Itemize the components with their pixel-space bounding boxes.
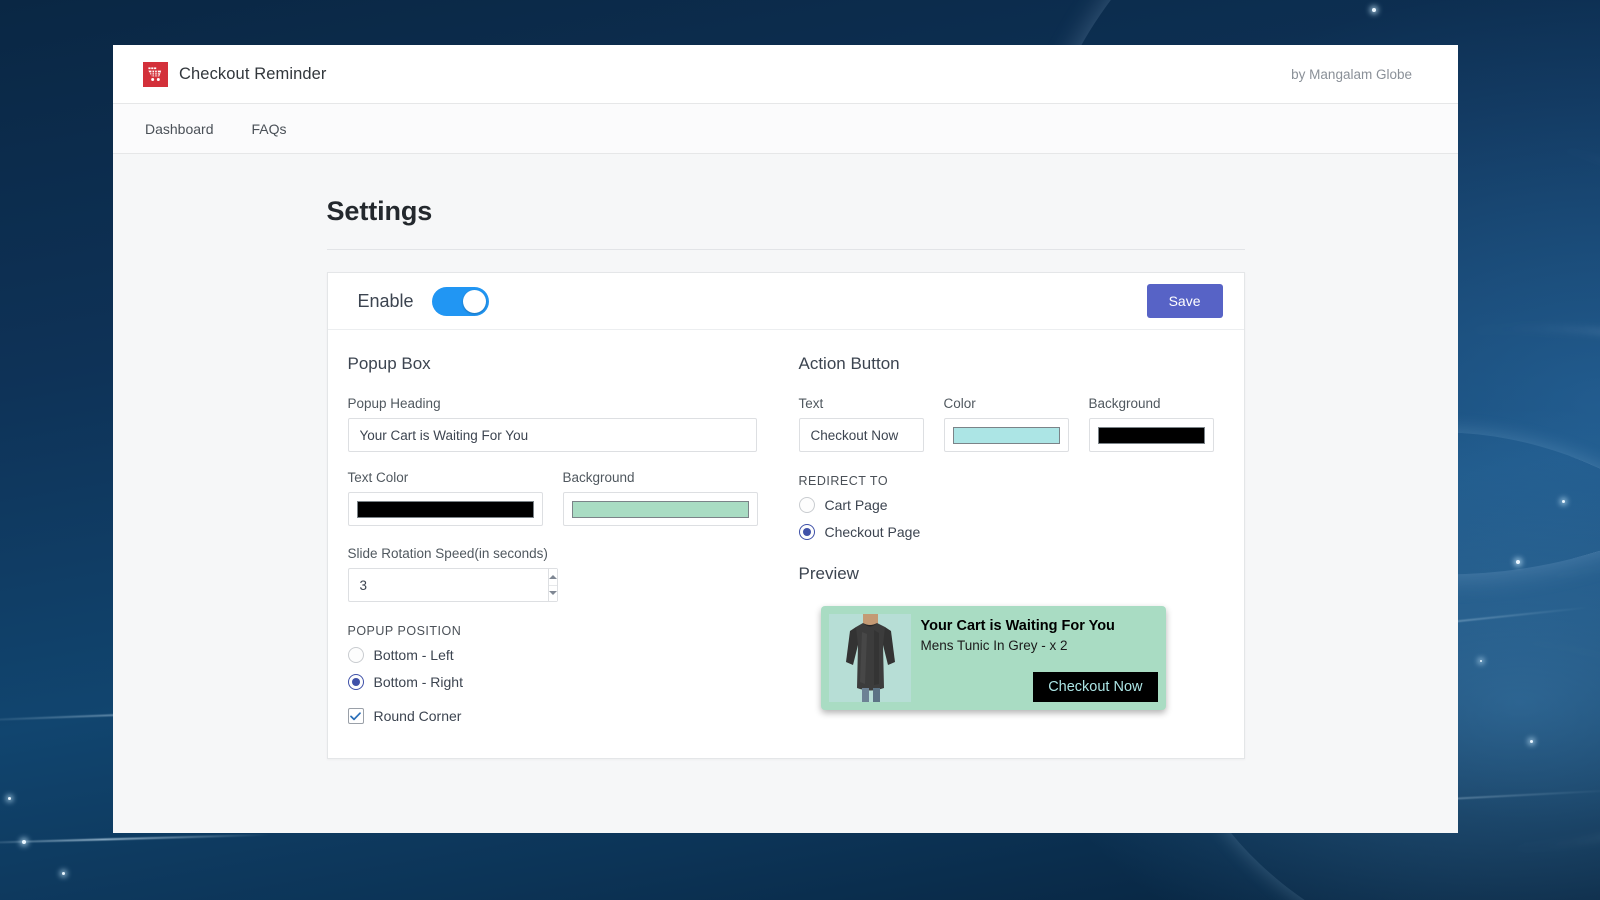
toggle-knob bbox=[462, 289, 486, 313]
wallpaper-star bbox=[62, 872, 65, 875]
wallpaper-star bbox=[8, 797, 11, 800]
action-background-swatch bbox=[1097, 426, 1205, 444]
wallpaper-star bbox=[22, 840, 26, 844]
wallpaper-star bbox=[1480, 660, 1482, 662]
preview-checkout-now-button[interactable]: Checkout Now bbox=[1033, 672, 1158, 702]
chevron-up-icon[interactable] bbox=[548, 569, 557, 586]
popup-text-color-label: Text Color bbox=[347, 470, 409, 485]
popup-text-color-picker[interactable] bbox=[347, 492, 543, 526]
page-title: Settings bbox=[326, 196, 1245, 250]
wallpaper-star bbox=[1562, 500, 1565, 503]
action-text-input[interactable] bbox=[798, 418, 924, 452]
settings-card: Enable Save Popup Box Popup Heading Your… bbox=[326, 272, 1245, 759]
brand: Checkout Reminder bbox=[143, 61, 327, 87]
action-button-fields: Text Color Background bbox=[798, 396, 1214, 452]
app-title: Checkout Reminder bbox=[179, 64, 327, 83]
enable-label: Enable bbox=[357, 290, 414, 311]
radio-popup-position-bottom-left[interactable]: Bottom - Left bbox=[347, 647, 784, 663]
radio-label: Checkout Page bbox=[824, 524, 921, 540]
page-body: Settings Enable Save Popup Box Popup Hea… bbox=[113, 154, 1458, 759]
enable-toggle[interactable] bbox=[431, 286, 489, 316]
wallpaper-star bbox=[1516, 560, 1520, 564]
slide-speed-spinner bbox=[547, 568, 558, 602]
radio-icon bbox=[798, 497, 815, 513]
nav-item-faqs[interactable]: FAQs bbox=[250, 117, 289, 141]
action-button-column: Action Button Text Color bbox=[784, 354, 1214, 724]
browser-viewport: Checkout Reminder by Mangalam Globe Dash… bbox=[113, 45, 1458, 833]
radio-label: Cart Page bbox=[824, 497, 888, 513]
slide-speed-input[interactable] bbox=[347, 568, 548, 602]
app-header: Checkout Reminder by Mangalam Globe bbox=[113, 45, 1458, 104]
radio-icon bbox=[347, 647, 364, 663]
preview-popup-body: Your Cart is Waiting For You Mens Tunic … bbox=[921, 614, 1158, 702]
vendor-byline: by Mangalam Globe bbox=[1291, 66, 1412, 82]
action-color-picker[interactable] bbox=[943, 418, 1069, 452]
radio-popup-position-bottom-right[interactable]: Bottom - Right bbox=[347, 674, 784, 690]
radio-icon-selected bbox=[347, 674, 364, 690]
checkmark-icon bbox=[347, 708, 364, 724]
radio-label: Bottom - Right bbox=[373, 674, 463, 690]
preview-popup-product: Mens Tunic In Grey - x 2 bbox=[920, 638, 1068, 653]
radio-redirect-checkout-page[interactable]: Checkout Page bbox=[798, 524, 1214, 540]
checkbox-label: Round Corner bbox=[373, 708, 462, 724]
wallpaper-star bbox=[1530, 740, 1533, 743]
action-background-picker[interactable] bbox=[1088, 418, 1214, 452]
radio-icon-selected bbox=[798, 524, 815, 540]
action-text-label: Text bbox=[798, 396, 824, 411]
slide-speed-field bbox=[347, 568, 558, 602]
radio-redirect-cart-page[interactable]: Cart Page bbox=[798, 497, 1214, 513]
radio-label: Bottom - Left bbox=[373, 647, 454, 663]
popup-position-label: POPUP POSITION bbox=[347, 624, 462, 638]
action-color-label: Color bbox=[943, 396, 976, 411]
popup-heading-input[interactable] bbox=[347, 418, 757, 452]
popup-background-color-swatch bbox=[571, 500, 749, 518]
action-color-swatch bbox=[952, 426, 1060, 444]
popup-background-color-picker[interactable] bbox=[562, 492, 758, 526]
preview-area: Your Cart is Waiting For You Mens Tunic … bbox=[799, 606, 1214, 710]
chevron-down-icon[interactable] bbox=[548, 585, 557, 601]
shopping-cart-icon bbox=[143, 61, 168, 87]
redirect-to-label: REDIRECT TO bbox=[798, 474, 889, 488]
action-button-section-title: Action Button bbox=[798, 354, 900, 373]
save-button[interactable]: Save bbox=[1146, 284, 1223, 318]
popup-box-section-title: Popup Box bbox=[347, 354, 431, 373]
product-shirt-image bbox=[828, 614, 911, 702]
slide-speed-label: Slide Rotation Speed(in seconds) bbox=[347, 546, 548, 561]
checkbox-round-corner[interactable]: Round Corner bbox=[347, 708, 784, 724]
card-topbar: Enable Save bbox=[327, 273, 1244, 330]
wallpaper-star bbox=[1372, 8, 1376, 12]
app-nav: Dashboard FAQs bbox=[113, 104, 1458, 154]
action-background-label: Background bbox=[1088, 396, 1161, 411]
preview-title: Preview bbox=[798, 564, 859, 583]
preview-popup-heading: Your Cart is Waiting For You bbox=[920, 618, 1115, 634]
popup-text-color-swatch bbox=[356, 500, 534, 518]
wallpaper-streak bbox=[0, 833, 270, 845]
card-body: Popup Box Popup Heading Text Color bbox=[328, 330, 1244, 758]
popup-box-column: Popup Box Popup Heading Text Color bbox=[347, 354, 784, 724]
nav-item-dashboard[interactable]: Dashboard bbox=[143, 117, 216, 141]
preview-popup: Your Cart is Waiting For You Mens Tunic … bbox=[820, 606, 1166, 710]
popup-background-label: Background bbox=[562, 470, 635, 485]
popup-heading-label: Popup Heading bbox=[347, 396, 441, 411]
